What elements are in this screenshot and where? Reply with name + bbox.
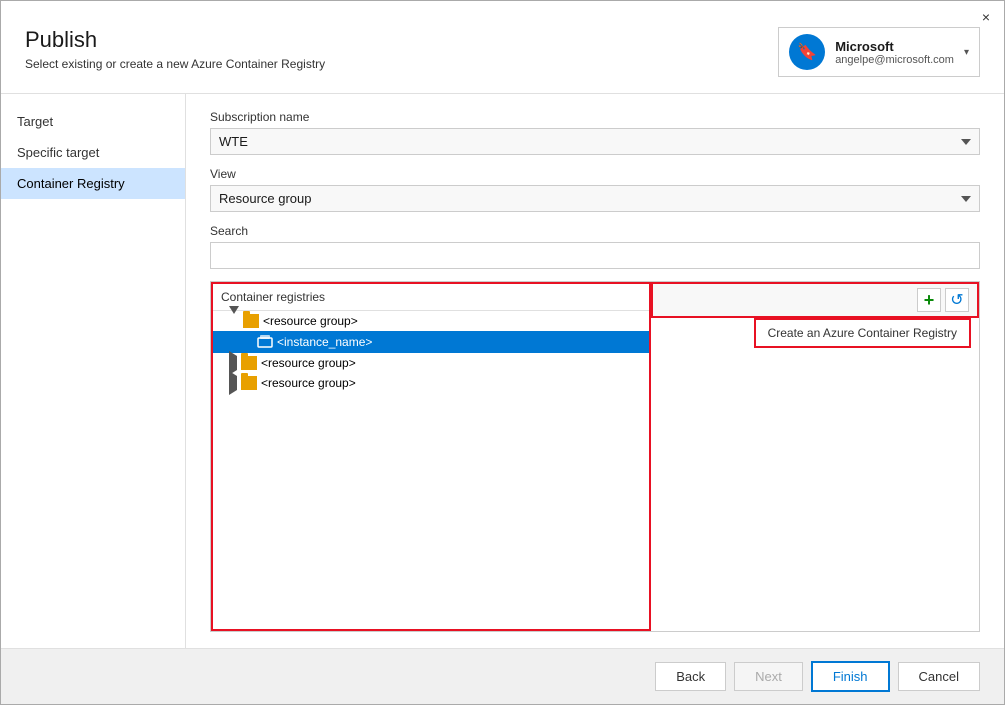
- tree-item-rg2-label: <resource group>: [261, 356, 356, 370]
- folder-icon-rg2: [241, 356, 257, 370]
- tree-panel: Container registries <resource group>: [211, 282, 651, 631]
- publish-dialog: × Publish Select existing or create a ne…: [0, 0, 1005, 705]
- tree-item-rg3-label: <resource group>: [261, 376, 356, 390]
- user-badge[interactable]: 🔖 Microsoft angelpe@microsoft.com ▾: [778, 27, 980, 77]
- search-label: Search: [210, 224, 980, 238]
- search-input[interactable]: [210, 242, 980, 269]
- next-button: Next: [734, 662, 803, 691]
- subscription-label: Subscription name: [210, 110, 980, 124]
- folder-icon-rg1: [243, 314, 259, 328]
- action-bar: + ↺: [651, 282, 979, 318]
- create-registry-tooltip-text: Create an Azure Container Registry: [768, 326, 957, 340]
- expand-icon-rg3: [229, 376, 237, 390]
- right-panel: + ↺ Create an Azure Container Registry: [651, 282, 979, 631]
- finish-button[interactable]: Finish: [811, 661, 890, 692]
- main-panel: Subscription name WTE View Resource grou…: [186, 94, 1004, 648]
- sidebar-item-specific-target[interactable]: Specific target: [1, 137, 185, 168]
- subscription-group: Subscription name WTE: [210, 110, 980, 155]
- subscription-select[interactable]: WTE: [210, 128, 980, 155]
- refresh-button[interactable]: ↺: [945, 288, 969, 312]
- expand-icon-rg1: [229, 314, 239, 328]
- sidebar-item-target-label: Target: [17, 114, 53, 129]
- tree-item-instance[interactable]: <instance_name>: [213, 331, 649, 353]
- sidebar-item-target[interactable]: Target: [1, 106, 185, 137]
- tree-item-rg1-label: <resource group>: [263, 314, 358, 328]
- dialog-title: Publish: [25, 27, 325, 53]
- expand-icon-rg2: [229, 356, 237, 370]
- header: Publish Select existing or create a new …: [1, 27, 1004, 93]
- user-avatar: 🔖: [789, 34, 825, 70]
- tree-item-rg3[interactable]: <resource group>: [213, 373, 649, 393]
- back-button[interactable]: Back: [655, 662, 726, 691]
- tree-item-instance-label: <instance_name>: [277, 335, 372, 349]
- close-button[interactable]: ×: [976, 7, 996, 27]
- container-icon: [257, 334, 273, 350]
- tree-item-rg2[interactable]: <resource group>: [213, 353, 649, 373]
- sidebar-item-specific-target-label: Specific target: [17, 145, 99, 160]
- content-area: Target Specific target Container Registr…: [1, 94, 1004, 648]
- cancel-button[interactable]: Cancel: [898, 662, 980, 691]
- header-left: Publish Select existing or create a new …: [25, 27, 325, 71]
- user-chevron-icon: ▾: [964, 47, 969, 58]
- search-group: Search: [210, 224, 980, 269]
- title-bar: ×: [1, 1, 1004, 27]
- tree-area: Container registries <resource group>: [210, 281, 980, 632]
- user-name: Microsoft: [835, 39, 954, 54]
- triangle-right-icon-2: [229, 371, 237, 395]
- create-registry-tooltip[interactable]: Create an Azure Container Registry: [754, 318, 971, 348]
- tree-header: Container registries: [213, 284, 649, 311]
- folder-icon-rg3: [241, 376, 257, 390]
- view-label: View: [210, 167, 980, 181]
- sidebar: Target Specific target Container Registr…: [1, 94, 186, 648]
- user-email: angelpe@microsoft.com: [835, 54, 954, 66]
- view-select[interactable]: Resource group: [210, 185, 980, 212]
- sidebar-item-container-registry[interactable]: Container Registry: [1, 168, 185, 199]
- triangle-down-icon: [229, 306, 239, 328]
- sidebar-item-container-registry-label: Container Registry: [17, 176, 125, 191]
- add-registry-button[interactable]: +: [917, 288, 941, 312]
- footer: Back Next Finish Cancel: [1, 648, 1004, 704]
- dialog-subtitle: Select existing or create a new Azure Co…: [25, 57, 325, 71]
- avatar-icon: 🔖: [797, 42, 817, 62]
- view-group: View Resource group: [210, 167, 980, 212]
- tree-item-rg1[interactable]: <resource group>: [213, 311, 649, 331]
- user-info: Microsoft angelpe@microsoft.com: [835, 39, 954, 66]
